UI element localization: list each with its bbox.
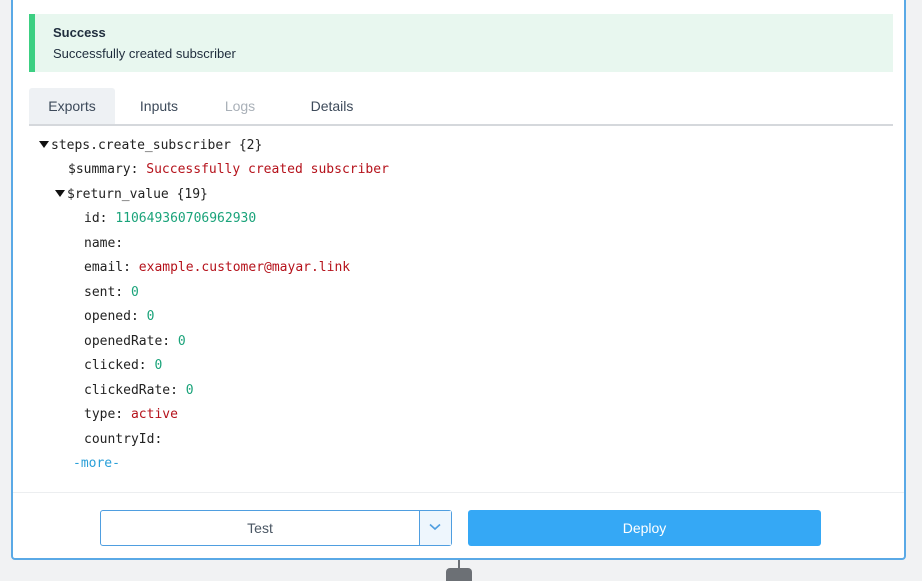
- tree-field-row: sent: 0: [84, 283, 139, 303]
- tab-logs: Logs: [224, 98, 256, 114]
- field-value: 0: [177, 334, 186, 349]
- test-dropdown-toggle[interactable]: [419, 511, 451, 545]
- tree-field-row: clicked: 0: [84, 356, 162, 376]
- alert-message: Successfully created subscriber: [53, 46, 236, 61]
- tree-summary-row: $summary: Successfully created subscribe…: [68, 160, 389, 180]
- return-value-count: {19}: [176, 187, 208, 202]
- field-key: opened:: [84, 309, 139, 324]
- tree-field-row: openedRate: 0: [84, 332, 186, 352]
- collapse-triangle-icon[interactable]: [39, 141, 49, 148]
- field-key: type:: [84, 407, 124, 422]
- success-alert: Success Successfully created subscriber: [29, 14, 893, 72]
- tree-field-row: type: active: [84, 405, 178, 425]
- test-button-select[interactable]: Test: [100, 510, 452, 546]
- summary-value: Successfully created subscriber: [146, 162, 389, 177]
- field-key: id:: [84, 211, 108, 226]
- tree-field-row: email: example.customer@mayar.link: [84, 258, 350, 278]
- tree-field-row: opened: 0: [84, 307, 154, 327]
- show-more-link[interactable]: -more-: [73, 454, 120, 474]
- tree-field-row: countryId:: [84, 430, 162, 450]
- field-value: 0: [154, 358, 163, 373]
- field-key: sent:: [84, 285, 124, 300]
- tree-field-row: name:: [84, 234, 123, 254]
- return-value-key: $return_value: [67, 187, 169, 202]
- tab-exports[interactable]: Exports: [29, 88, 115, 124]
- test-button-label[interactable]: Test: [101, 511, 419, 545]
- summary-key: $summary:: [68, 162, 139, 177]
- field-key: email:: [84, 260, 131, 275]
- tab-details[interactable]: Details: [291, 88, 373, 124]
- tree-field-row: clickedRate: 0: [84, 381, 194, 401]
- collapse-triangle-icon[interactable]: [55, 190, 65, 197]
- field-key: countryId:: [84, 432, 163, 447]
- field-key: name:: [84, 236, 124, 251]
- exports-tree: steps.create_subscriber {2} $summary: Su…: [13, 132, 893, 484]
- results-tabs: Exports Inputs Logs Details: [29, 88, 893, 126]
- chevron-down-icon: [429, 523, 441, 531]
- field-value: example.customer@mayar.link: [138, 260, 351, 275]
- tab-inputs[interactable]: Inputs: [127, 88, 191, 124]
- field-key: openedRate:: [84, 334, 171, 349]
- field-value: active: [130, 407, 178, 422]
- tree-root-count: {2}: [238, 138, 263, 153]
- flow-connector-node: [446, 568, 472, 581]
- field-value: 0: [185, 383, 194, 398]
- field-value: 0: [146, 309, 155, 324]
- deploy-button[interactable]: Deploy: [468, 510, 821, 546]
- step-results-panel: Success Successfully created subscriber …: [11, 0, 906, 560]
- alert-title: Success: [53, 25, 106, 40]
- field-value: 110649360706962930: [115, 211, 257, 226]
- tree-return-value-row[interactable]: $return_value {19}: [55, 185, 208, 205]
- tree-root-row[interactable]: steps.create_subscriber {2}: [39, 136, 262, 156]
- tree-root-key: steps.create_subscriber: [51, 138, 232, 153]
- field-value: 0: [130, 285, 139, 300]
- field-key: clicked:: [84, 358, 147, 373]
- tree-field-row: id: 110649360706962930: [84, 209, 256, 229]
- field-key: clickedRate:: [84, 383, 178, 398]
- footer-divider: [13, 492, 904, 493]
